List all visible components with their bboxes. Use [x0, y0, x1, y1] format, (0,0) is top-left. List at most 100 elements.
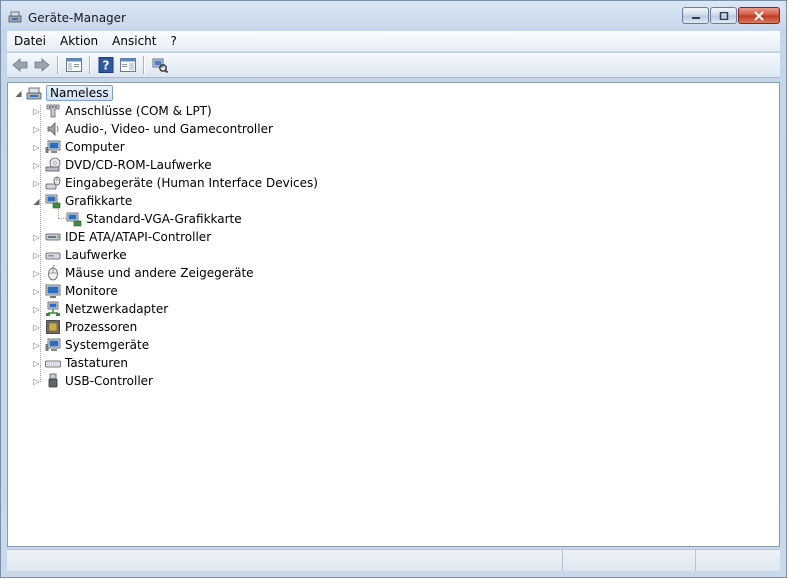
- network-adapter-icon: [46, 301, 60, 316]
- collapse-arrow-icon[interactable]: ◢: [14, 89, 23, 98]
- tree-category-mice[interactable]: ▷ Mäuse und andere Zeigegeräte: [32, 264, 254, 282]
- expand-arrow-icon[interactable]: ▷: [32, 287, 41, 296]
- tree-item-label: Eingabegeräte (Human Interface Devices): [65, 176, 318, 190]
- console-tree-button[interactable]: [63, 55, 85, 75]
- maximize-icon: [719, 11, 728, 20]
- tree-item-label: Standard-VGA-Grafikkarte: [86, 212, 242, 226]
- computer-root-icon: [26, 87, 42, 100]
- properties-button[interactable]: [117, 55, 139, 75]
- tree-category-keyboards[interactable]: ▷ Tastaturen: [32, 354, 128, 372]
- expand-arrow-icon[interactable]: ▷: [32, 269, 41, 278]
- collapse-arrow-icon[interactable]: ◢: [32, 197, 41, 206]
- tree-guide-line: [58, 218, 66, 220]
- tree-category-usb[interactable]: ▷ USB-Controller: [32, 372, 153, 390]
- close-button[interactable]: [738, 7, 780, 24]
- tree-category-monitors[interactable]: ▷ Monitore: [32, 282, 118, 300]
- tree-item-label: Laufwerke: [65, 248, 127, 262]
- device-tree-panel[interactable]: ◢ Nameless ▷ Anschlüsse (COM & LPT) ▷ Au…: [7, 82, 780, 547]
- expand-arrow-icon[interactable]: ▷: [32, 179, 41, 188]
- status-pane-main: [7, 550, 563, 571]
- expand-arrow-icon[interactable]: ▷: [32, 125, 41, 134]
- scan-hardware-button[interactable]: [149, 55, 171, 75]
- tree-item-label: Anschlüsse (COM & LPT): [65, 104, 212, 118]
- tree-item-label: Grafikkarte: [65, 194, 133, 208]
- tree-item-label: Prozessoren: [65, 320, 138, 334]
- keyboard-icon: [45, 360, 61, 368]
- expand-arrow-icon[interactable]: ▷: [32, 305, 41, 314]
- back-button[interactable]: [9, 55, 31, 75]
- processor-icon: [46, 320, 60, 334]
- menu-datei[interactable]: Datei: [7, 34, 53, 48]
- minimize-icon: [691, 16, 700, 19]
- tree-item-label: IDE ATA/ATAPI-Controller: [65, 230, 212, 244]
- menu-help[interactable]: ?: [163, 34, 183, 48]
- tree-category-computer[interactable]: ▷ Computer: [32, 138, 125, 156]
- forward-button[interactable]: [31, 55, 53, 75]
- device-manager-app-icon: [8, 11, 22, 23]
- tree-item-label: USB-Controller: [65, 374, 153, 388]
- tree-category-system-devices[interactable]: ▷ Systemgeräte: [32, 336, 149, 354]
- menu-aktion[interactable]: Aktion: [53, 34, 105, 48]
- usb-icon: [48, 373, 58, 388]
- tree-item-label: Mäuse und andere Zeigegeräte: [65, 266, 254, 280]
- close-icon: [754, 10, 764, 21]
- tree-item-label: Systemgeräte: [65, 338, 150, 352]
- expand-arrow-icon[interactable]: ▷: [32, 341, 41, 350]
- help-icon: ?: [98, 57, 114, 73]
- device-manager-window: Geräte-Manager Datei Aktion Ansicht ? ? …: [0, 0, 787, 578]
- tree-guide-line: [58, 209, 60, 218]
- back-arrow-icon: [12, 58, 28, 72]
- system-device-icon: [45, 338, 61, 351]
- mouse-icon: [48, 265, 58, 281]
- window-title: Geräte-Manager: [28, 11, 126, 25]
- menu-bar: Datei Aktion Ansicht ?: [7, 31, 780, 51]
- expand-arrow-icon[interactable]: ▷: [32, 233, 41, 242]
- tree-item-label: DVD/CD-ROM-Laufwerke: [65, 158, 212, 172]
- tree-device-standard-vga[interactable]: Standard-VGA-Grafikkarte: [66, 210, 242, 228]
- window-controls: [682, 7, 780, 24]
- scan-hardware-icon: [152, 58, 168, 73]
- toolbar: ?: [7, 52, 780, 78]
- hid-icon: [45, 176, 61, 190]
- properties-icon: [120, 58, 136, 72]
- tree-category-processors[interactable]: ▷ Prozessoren: [32, 318, 137, 336]
- status-pane-right: [696, 550, 780, 571]
- tree-item-label: Computer: [65, 140, 125, 154]
- expand-arrow-icon[interactable]: ▷: [32, 251, 41, 260]
- tree-category-network[interactable]: ▷ Netzwerkadapter: [32, 300, 168, 318]
- help-button[interactable]: ?: [95, 55, 117, 75]
- expand-arrow-icon[interactable]: ▷: [32, 107, 41, 116]
- minimize-button[interactable]: [682, 7, 709, 24]
- display-adapter-icon: [66, 212, 82, 227]
- menu-ansicht[interactable]: Ansicht: [105, 34, 163, 48]
- show-hide-console-tree-icon: [66, 58, 82, 72]
- toolbar-separator: [89, 56, 91, 74]
- svg-text:?: ?: [103, 59, 110, 73]
- tree-category-audio[interactable]: ▷ Audio-, Video- und Gamecontroller: [32, 120, 273, 138]
- expand-arrow-icon[interactable]: ▷: [32, 143, 41, 152]
- status-pane-middle: [563, 550, 696, 571]
- tree-category-display-adapters[interactable]: ◢ Grafikkarte: [32, 192, 132, 210]
- toolbar-separator: [57, 56, 59, 74]
- toolbar-separator: [143, 56, 145, 74]
- title-bar[interactable]: Geräte-Manager: [1, 1, 786, 31]
- tree-category-ide[interactable]: ▷ IDE ATA/ATAPI-Controller: [32, 228, 211, 246]
- maximize-button[interactable]: [710, 7, 737, 24]
- tree-root-node[interactable]: ◢ Nameless: [14, 84, 113, 102]
- tree-category-dvd[interactable]: ▷ DVD/CD-ROM-Laufwerke: [32, 156, 212, 174]
- tree-item-label: Tastaturen: [65, 356, 128, 370]
- expand-arrow-icon[interactable]: ▷: [32, 323, 41, 332]
- tree-item-label: Audio-, Video- und Gamecontroller: [65, 122, 273, 136]
- expand-arrow-icon[interactable]: ▷: [32, 359, 41, 368]
- ide-controller-icon: [45, 233, 61, 241]
- tree-category-hid[interactable]: ▷ Eingabegeräte (Human Interface Devices…: [32, 174, 318, 192]
- monitor-icon: [45, 284, 61, 298]
- expand-arrow-icon[interactable]: ▷: [32, 377, 41, 386]
- tree-root-label: Nameless: [46, 85, 113, 101]
- dvd-drive-icon: [45, 157, 61, 172]
- tree-item-label: Monitore: [65, 284, 118, 298]
- expand-arrow-icon[interactable]: ▷: [32, 161, 41, 170]
- status-bar: [7, 549, 780, 571]
- tree-category-ports[interactable]: ▷ Anschlüsse (COM & LPT): [32, 102, 212, 120]
- tree-category-disk-drives[interactable]: ▷ Laufwerke: [32, 246, 127, 264]
